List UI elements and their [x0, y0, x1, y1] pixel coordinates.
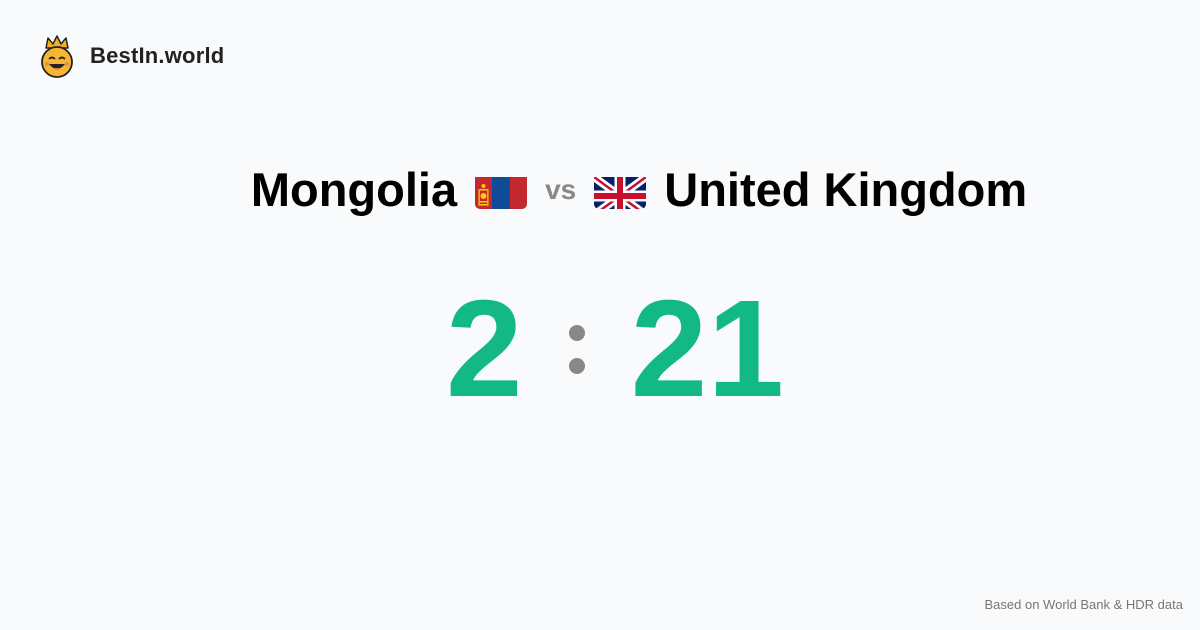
left-country-name: Mongolia	[250, 163, 458, 216]
comparison-title: Mongolia vs United Kingdom	[0, 162, 1200, 217]
score-colon	[568, 325, 585, 374]
score-display: 2 21	[0, 270, 1200, 429]
left-score: 2	[445, 272, 523, 426]
brand-name: BestIn.world	[90, 43, 225, 68]
brand-logo[interactable]: BestIn.world	[38, 34, 224, 78]
mongolia-flag-icon	[475, 171, 528, 209]
right-score: 21	[630, 272, 785, 426]
right-country-name: United Kingdom	[664, 163, 1028, 216]
uk-flag-icon	[594, 171, 647, 209]
data-source-note: Based on World Bank & HDR data	[984, 597, 1183, 612]
colon-dot	[568, 358, 585, 374]
versus-label: vs	[545, 173, 577, 205]
colon-dot	[568, 325, 585, 341]
crowned-smiley-icon	[41, 35, 73, 78]
